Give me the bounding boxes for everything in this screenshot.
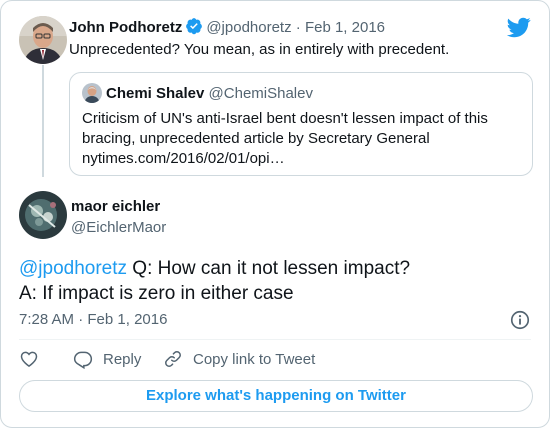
reply-icon — [73, 351, 93, 369]
author-name[interactable]: maor eichler — [71, 198, 160, 215]
copy-link-label: Copy link to Tweet — [193, 350, 316, 368]
info-icon[interactable] — [509, 309, 531, 331]
separator-dot: · — [78, 311, 84, 328]
author-handle[interactable]: @EichlerMaor — [71, 219, 166, 236]
quoted-text-line: bracing, unprecedented article by Secret… — [82, 130, 430, 147]
tweet-time: 7:28 AM — [19, 311, 75, 328]
copy-link-button[interactable]: Copy link to Tweet — [163, 349, 315, 369]
parent-tweet-header: John Podhoretz @jpodhoretz · Feb 1, 2016 — [69, 17, 385, 36]
quoted-tweet[interactable]: Chemi Shalev @ChemiShalev Criticism of U… — [69, 72, 533, 176]
like-button[interactable] — [19, 349, 49, 369]
quoted-link-text: nytimes.com/2016/02/01/opi… — [82, 150, 285, 167]
quoted-author-handle: @ChemiShalev — [208, 85, 313, 102]
tweet-text-line: @jpodhoretz Q: How can it not lessen imp… — [19, 256, 410, 281]
tweet-text: @jpodhoretz Q: How can it not lessen imp… — [19, 256, 410, 306]
mention-link[interactable]: @jpodhoretz — [19, 258, 127, 279]
tweet-text-segment: Q: How can it not lessen impact? — [127, 258, 411, 279]
tweet-timestamp[interactable]: 7:28 AM · Feb 1, 2016 — [19, 311, 167, 328]
parent-date[interactable]: Feb 1, 2016 — [305, 19, 385, 36]
reply-button[interactable]: Reply — [73, 349, 141, 369]
quoted-author-name: Chemi Shalev — [106, 85, 205, 102]
tweet-embed-card: John Podhoretz @jpodhoretz · Feb 1, 2016 … — [0, 0, 550, 428]
explore-twitter-button[interactable]: Explore what's happening on Twitter — [19, 380, 533, 412]
parent-author-name[interactable]: John Podhoretz — [69, 19, 182, 36]
parent-tweet-text: Unprecedented? You mean, as in entirely … — [69, 41, 450, 58]
parent-author-handle[interactable]: @jpodhoretz — [206, 19, 291, 36]
tweet-date: Feb 1, 2016 — [87, 311, 168, 328]
thread-line — [42, 65, 44, 177]
tweet-text-line: A: If impact is zero in either case — [19, 283, 294, 304]
avatar-maor-eichler[interactable] — [19, 191, 67, 239]
quoted-tweet-header: Chemi Shalev @ChemiShalev — [82, 83, 313, 103]
quoted-tweet-text: Criticism of UN's anti-Israel bent doesn… — [82, 109, 522, 169]
avatar-john-podhoretz[interactable] — [19, 16, 67, 64]
twitter-bird-icon[interactable] — [507, 15, 531, 39]
quoted-text-line: Criticism of UN's anti-Israel bent doesn… — [82, 110, 488, 127]
link-icon — [165, 351, 181, 367]
verified-badge-icon — [186, 18, 203, 35]
avatar-chemi-shalev — [82, 83, 102, 103]
divider — [19, 339, 531, 340]
reply-label: Reply — [103, 350, 142, 368]
separator-dot: · — [295, 19, 301, 36]
heart-icon — [20, 351, 38, 367]
